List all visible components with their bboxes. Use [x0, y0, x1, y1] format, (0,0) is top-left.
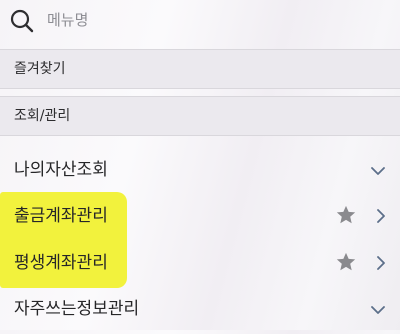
section-header-inquiry-management: 조회/관리 — [0, 96, 400, 136]
menu-item-label: 나의자산조회 — [14, 160, 108, 180]
star-icon[interactable] — [335, 251, 357, 273]
menu-item-withdrawal-account[interactable]: 출금계좌관리 — [0, 193, 400, 241]
menu-item-label: 자주쓰는정보관리 — [14, 299, 140, 319]
menu-item-my-assets[interactable]: 나의자산조회 — [0, 147, 400, 195]
section-title: 즐겨찾기 — [14, 61, 66, 77]
section-header-favorites: 즐겨찾기 — [0, 49, 400, 89]
chevron-right-icon[interactable] — [372, 207, 390, 225]
menu-item-lifetime-account[interactable]: 평생계좌관리 — [0, 240, 400, 288]
chevron-down-icon[interactable] — [369, 162, 387, 180]
menu-item-label: 평생계좌관리 — [14, 253, 108, 273]
search-input[interactable]: 메뉴명 — [47, 10, 88, 30]
section-title: 조회/관리 — [14, 108, 71, 124]
menu-item-frequent-info[interactable]: 자주쓰는정보관리 — [0, 286, 400, 334]
search-icon[interactable] — [9, 8, 35, 34]
chevron-right-icon[interactable] — [372, 254, 390, 272]
chevron-down-icon[interactable] — [369, 301, 387, 319]
search-bar[interactable]: 메뉴명 — [0, 0, 400, 46]
star-icon[interactable] — [335, 204, 357, 226]
menu-item-label: 출금계좌관리 — [14, 206, 108, 226]
